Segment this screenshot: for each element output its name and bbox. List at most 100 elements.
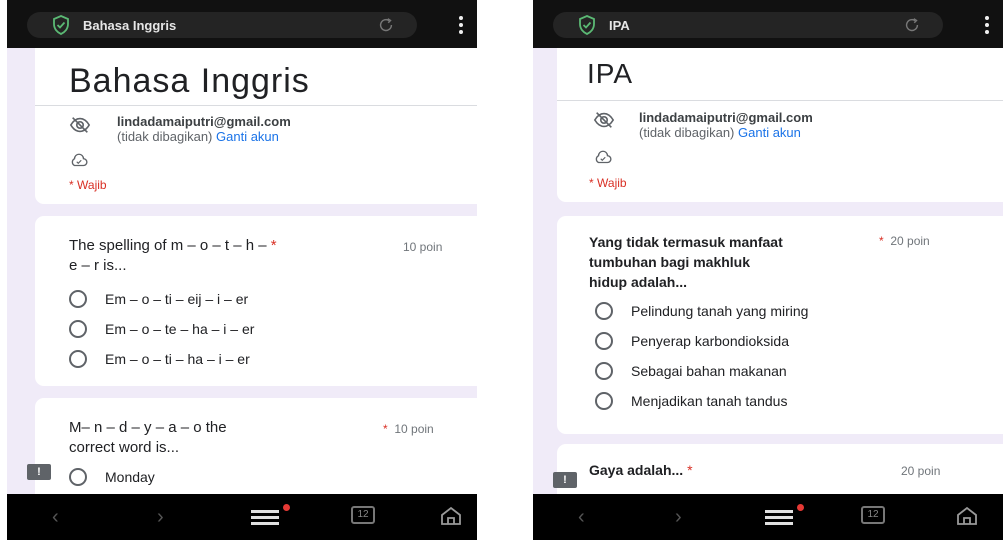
question-line: hidup adalah... xyxy=(589,274,688,290)
points-value: 20 poin xyxy=(890,234,930,248)
question-line: The spelling of m – o – t – h – xyxy=(69,237,267,254)
kebab-menu-icon[interactable] xyxy=(985,16,989,34)
tabs-icon[interactable]: 12 xyxy=(351,506,375,524)
option-label: Em – o – ti – ha – i – er xyxy=(105,351,250,367)
radio-option[interactable]: Sebagai bahan makanan xyxy=(595,362,787,380)
option-label: Penyerap karbondioksida xyxy=(631,333,789,349)
reload-icon[interactable] xyxy=(377,16,395,34)
form-title: Bahasa Inggris xyxy=(69,62,310,100)
account-status: (tidak dibagikan) Ganti akun xyxy=(117,129,279,144)
eye-off-icon xyxy=(593,112,615,128)
question-card: M– n – d – y – a – o the correct word is… xyxy=(35,398,477,494)
radio-option[interactable]: Penyerap karbondioksida xyxy=(595,332,789,350)
back-arrow-icon[interactable]: ‹ xyxy=(578,506,585,529)
address-bar[interactable]: Bahasa Inggris xyxy=(27,12,417,38)
required-asterisk: * xyxy=(687,462,693,478)
reload-icon[interactable] xyxy=(903,16,921,34)
radio-button[interactable] xyxy=(69,468,87,486)
switch-account-link[interactable]: Ganti akun xyxy=(216,129,279,144)
account-status: (tidak dibagikan) Ganti akun xyxy=(639,125,801,140)
kebab-menu-icon[interactable] xyxy=(459,16,463,34)
form-header-card: Bahasa Inggris lindadamaiputri@gmail.com… xyxy=(35,48,477,204)
question-card: The spelling of m – o – t – h – * e – r … xyxy=(35,216,477,386)
radio-button[interactable] xyxy=(69,290,87,308)
hamburger-menu-icon[interactable] xyxy=(251,510,279,528)
option-label: Monday xyxy=(105,469,155,485)
back-arrow-icon[interactable]: ‹ xyxy=(52,506,59,529)
tabs-icon[interactable]: 12 xyxy=(861,506,885,524)
required-label: Wajib xyxy=(77,178,107,192)
tab-title: IPA xyxy=(609,17,630,33)
tab-title: Bahasa Inggris xyxy=(83,17,177,33)
points-label: * 20 poin xyxy=(879,234,930,248)
divider xyxy=(35,105,477,106)
form-content: IPA lindadamaiputri@gmail.com (tidak dib… xyxy=(533,48,1003,494)
option-label: Sebagai bahan makanan xyxy=(631,363,787,379)
forward-arrow-icon[interactable]: › xyxy=(675,506,682,529)
form-title: IPA xyxy=(587,58,634,89)
radio-button[interactable] xyxy=(69,350,87,368)
points-label: 10 poin xyxy=(403,240,443,254)
radio-option[interactable]: Em – o – te – ha – i – er xyxy=(69,320,254,338)
bottom-navigation: ‹ › 12 xyxy=(7,494,477,540)
required-asterisk: * xyxy=(270,237,277,254)
points-label: * 10 poin xyxy=(383,422,434,436)
account-email: lindadamaiputri@gmail.com xyxy=(639,110,813,125)
radio-option[interactable]: Menjadikan tanah tandus xyxy=(595,392,787,410)
phone-screen-right: IPA IPA lindadamaiputri@gmail.com (tidak… xyxy=(533,0,1003,540)
option-label: Menjadikan tanah tandus xyxy=(631,393,788,409)
radio-button[interactable] xyxy=(69,320,87,338)
not-shared-label: (tidak dibagikan) xyxy=(639,125,735,140)
cloud-check-icon xyxy=(71,153,88,167)
divider xyxy=(557,100,1003,101)
question-line: Yang tidak termasuk manfaat xyxy=(589,234,783,250)
notification-dot xyxy=(283,504,290,511)
account-email: lindadamaiputri@gmail.com xyxy=(117,114,291,129)
browser-toolbar: Bahasa Inggris xyxy=(7,0,477,48)
radio-button[interactable] xyxy=(595,332,613,350)
question-line: Gaya adalah... xyxy=(589,462,684,478)
switch-account-link[interactable]: Ganti akun xyxy=(738,125,801,140)
forward-arrow-icon[interactable]: › xyxy=(157,506,164,529)
question-text: Yang tidak termasuk manfaat tumbuhan bag… xyxy=(589,232,889,292)
points-label: 20 poin xyxy=(901,464,941,478)
radio-button[interactable] xyxy=(595,362,613,380)
question-line: tumbuhan bagi makhluk xyxy=(589,254,751,270)
feedback-icon[interactable]: ! xyxy=(27,464,51,480)
form-header-card: IPA lindadamaiputri@gmail.com (tidak dib… xyxy=(557,48,1003,202)
question-text: M– n – d – y – a – o the correct word is… xyxy=(69,418,329,458)
home-icon[interactable] xyxy=(439,504,463,528)
radio-option[interactable]: Monday xyxy=(69,468,155,486)
question-line: e – r is... xyxy=(69,257,127,274)
required-label: Wajib xyxy=(597,176,627,190)
radio-option[interactable]: Em – o – ti – eij – i – er xyxy=(69,290,248,308)
radio-option[interactable]: Pelindung tanah yang miring xyxy=(595,302,808,320)
question-line: M– n – d – y – a – o the xyxy=(69,419,227,436)
question-line: correct word is... xyxy=(69,439,180,456)
eye-off-icon xyxy=(69,117,91,133)
radio-option[interactable]: Em – o – ti – ha – i – er xyxy=(69,350,250,368)
option-label: Em – o – ti – eij – i – er xyxy=(105,291,249,307)
cloud-check-icon xyxy=(595,150,612,164)
address-bar[interactable]: IPA xyxy=(553,12,943,38)
hamburger-menu-icon[interactable] xyxy=(765,510,793,528)
browser-toolbar: IPA xyxy=(533,0,1003,48)
bottom-navigation: ‹ › 12 xyxy=(533,494,1003,540)
required-note: * Wajib xyxy=(69,178,107,192)
points-value: 10 poin xyxy=(394,422,434,436)
radio-button[interactable] xyxy=(595,392,613,410)
option-label: Em – o – te – ha – i – er xyxy=(105,321,255,337)
notification-dot xyxy=(797,504,804,511)
question-text: Gaya adalah... * xyxy=(589,460,693,480)
home-icon[interactable] xyxy=(955,504,979,528)
shield-check-icon xyxy=(579,15,595,35)
feedback-icon[interactable]: ! xyxy=(553,472,577,488)
form-content: Bahasa Inggris lindadamaiputri@gmail.com… xyxy=(7,48,477,494)
question-text: The spelling of m – o – t – h – * e – r … xyxy=(69,236,369,276)
required-note: * Wajib xyxy=(589,176,627,190)
question-card: Yang tidak termasuk manfaat tumbuhan bag… xyxy=(557,216,1003,434)
not-shared-label: (tidak dibagikan) xyxy=(117,129,213,144)
phone-screen-left: Bahasa Inggris Bahasa Inggris lindadamai… xyxy=(7,0,477,540)
radio-button[interactable] xyxy=(595,302,613,320)
shield-check-icon xyxy=(53,15,69,35)
